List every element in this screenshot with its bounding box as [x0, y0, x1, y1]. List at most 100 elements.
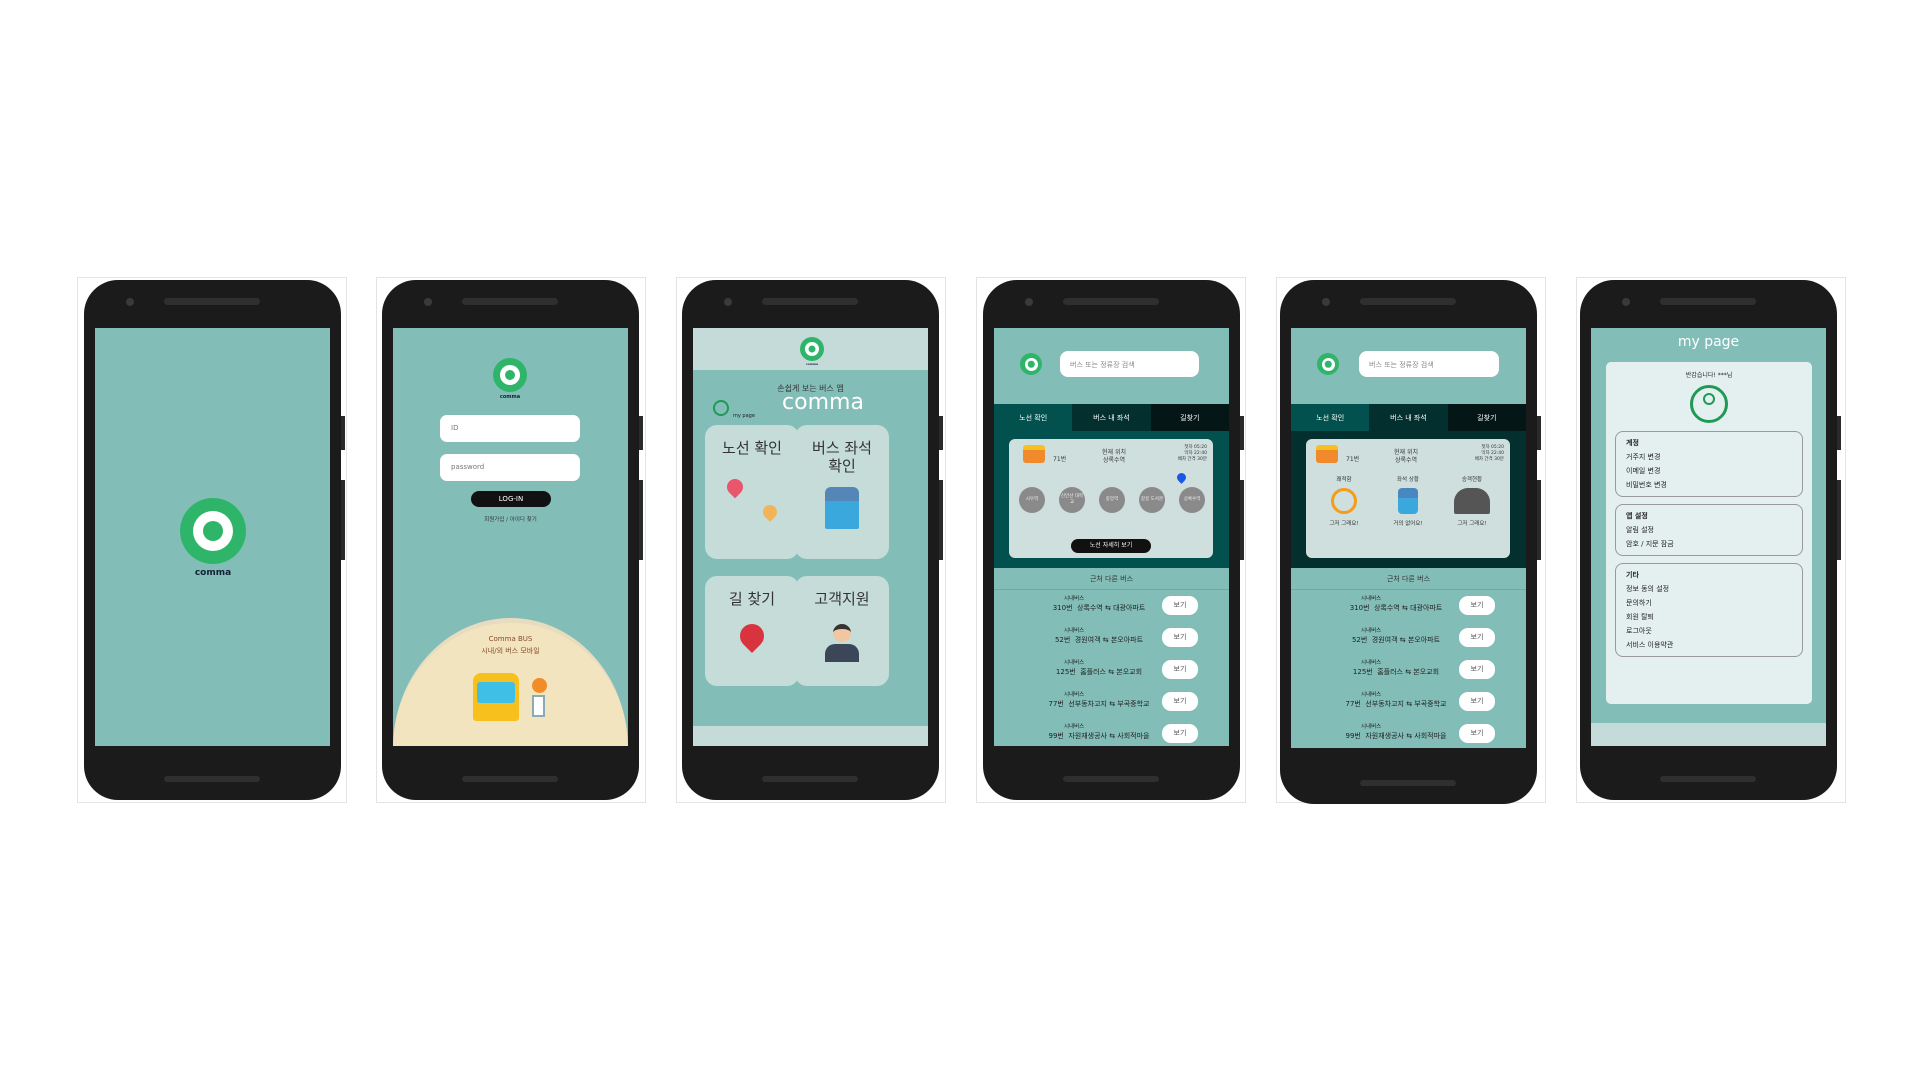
login-button[interactable]: LOG-IN: [471, 491, 551, 507]
view-button[interactable]: 보기: [1459, 692, 1495, 711]
stop[interactable]: 갈골 도서관: [1139, 487, 1165, 513]
bus-seat-icon: [1398, 488, 1418, 514]
stop[interactable]: 상록수역: [1179, 487, 1205, 513]
nearby-title: 근처 다른 버스: [994, 568, 1229, 590]
route-detail-button[interactable]: 노선 자세히 보기: [1071, 539, 1151, 553]
phone-route: 버스 또는 정류장 검색 노선 확인 버스 내 좌석 길찾기 71번 현재 위치…: [983, 280, 1244, 800]
view-button[interactable]: 보기: [1162, 692, 1198, 711]
bus-to: 사회적마을: [1414, 732, 1447, 740]
view-button[interactable]: 보기: [1162, 660, 1198, 679]
banner-subtitle: 시내/외 버스 모바일: [481, 647, 540, 655]
tile-route-check[interactable]: 노선 확인: [705, 425, 799, 559]
mypage-label: my page: [733, 413, 755, 419]
status-title: 좌석 상황: [1397, 477, 1419, 483]
bus-number: 99번: [1345, 732, 1361, 740]
swap-arrows-icon: ⇆: [1108, 668, 1115, 676]
settings-item[interactable]: 서비스 이용약관: [1626, 638, 1792, 652]
tab-route[interactable]: 노선 확인: [994, 404, 1073, 431]
bus-seat-icon: [825, 487, 859, 529]
search-input[interactable]: 버스 또는 정류장 검색: [1359, 351, 1499, 377]
comma-logo-icon: [1020, 353, 1042, 375]
mypage-button[interactable]: my page: [713, 400, 763, 422]
settings-item[interactable]: 문의하기: [1626, 596, 1792, 610]
settings-item[interactable]: 회원 탈퇴: [1626, 610, 1792, 624]
mypage-card: 반갑습니다! ***님 계정 거주지 변경 이메일 변경 비밀번호 변경 앱 설정 알림 …: [1606, 362, 1812, 704]
stop[interactable]: 신안산 대학교: [1059, 487, 1085, 513]
view-button[interactable]: 보기: [1162, 724, 1198, 743]
bus-to: 대광아파트: [1113, 604, 1146, 612]
tile-bus-seat[interactable]: 버스 좌석 확인: [795, 425, 889, 559]
comma-logo-icon: [493, 358, 527, 392]
location-pin-icon: [735, 619, 769, 653]
bus-kind: 시내버스: [1064, 628, 1085, 634]
bus-number: 71번: [1346, 456, 1360, 463]
login-screen: comma ID password LOG-IN 회원가입 / 아이디 찾기 C…: [393, 328, 628, 746]
tab-bar: 노선 확인 버스 내 좌석 길찾기: [1291, 404, 1526, 431]
people-group-icon: [1454, 488, 1490, 514]
swap-arrows-icon: ⇆: [1406, 700, 1413, 708]
nearby-title: 근처 다른 버스: [1291, 568, 1526, 590]
phone-seat: 버스 또는 정류장 검색 노선 확인 버스 내 좌석 길찾기 71번 현재 위치…: [1280, 280, 1541, 804]
tab-seat[interactable]: 버스 내 좌석: [1369, 404, 1448, 431]
search-input[interactable]: 버스 또는 정류장 검색: [1060, 351, 1199, 377]
bus-route: 52번 경원여객 ⇆ 본오아파트: [1321, 635, 1471, 645]
bus-row: 시내버스 99번 자원재생공사 ⇆ 사회적마을 보기: [994, 718, 1229, 746]
bus-icon: [1023, 445, 1045, 463]
view-button[interactable]: 보기: [1162, 628, 1198, 647]
bus-route: 125번 홈플러스 ⇆ 본오교회: [1024, 667, 1174, 677]
user-gear-icon: [713, 400, 729, 416]
interval: 배차 간격 30분: [1474, 457, 1504, 462]
settings-item[interactable]: 거주지 변경: [1626, 450, 1792, 464]
swap-arrows-icon: ⇆: [1104, 604, 1111, 612]
seat-panel: 71번 현재 위치 상록수역 첫차 05:20 막차 22:40 배차 간격 3…: [1291, 431, 1526, 568]
bus-row: 시내버스 52번 경원여객 ⇆ 본오아파트 보기: [1291, 622, 1526, 654]
bus-kind: 시내버스: [1064, 660, 1085, 666]
tab-route[interactable]: 노선 확인: [1291, 404, 1370, 431]
comfort-status: 쾌적함 그저 그래요!: [1317, 475, 1372, 527]
comma-logo-icon: [180, 498, 246, 564]
comma-logo-icon: [1317, 353, 1339, 375]
status-value: 그저 그래요!: [1329, 521, 1359, 527]
view-button[interactable]: 보기: [1162, 596, 1198, 615]
tab-bar: 노선 확인 버스 내 좌석 길찾기: [994, 404, 1229, 431]
bus-route: 125번 홈플러스 ⇆ 본오교회: [1321, 667, 1471, 677]
current-stop: 상록수역: [1102, 457, 1126, 464]
route-card: 71번 현재 위치 상록수역 첫차 05:20 막차 22:40 배차 간격 3…: [1009, 439, 1213, 558]
swap-arrows-icon: ⇆: [1406, 732, 1413, 740]
bus-icon: [1316, 445, 1338, 463]
tab-seat[interactable]: 버스 내 좌석: [1072, 404, 1151, 431]
tab-directions[interactable]: 길찾기: [1447, 404, 1526, 431]
bus-to: 본오아파트: [1110, 636, 1144, 644]
swap-arrows-icon: ⇆: [1109, 732, 1116, 740]
settings-item[interactable]: 알림 설정: [1626, 523, 1792, 537]
bus-icon: [473, 673, 519, 721]
tile-find-way[interactable]: 길 찾기: [705, 576, 799, 686]
view-button[interactable]: 보기: [1459, 628, 1495, 647]
settings-section: 계정 거주지 변경 이메일 변경 비밀번호 변경: [1615, 431, 1803, 497]
tile-label: 노선 확인: [722, 439, 782, 457]
route-screen: 버스 또는 정류장 검색 노선 확인 버스 내 좌석 길찾기 71번 현재 위치…: [994, 328, 1229, 746]
tab-directions[interactable]: 길찾기: [1150, 404, 1229, 431]
logo-caption: comma: [805, 362, 819, 366]
settings-item[interactable]: 암호 / 지문 잠금: [1626, 537, 1792, 551]
bus-row: 시내버스 125번 홈플러스 ⇆ 본오교회 보기: [994, 654, 1229, 686]
view-button[interactable]: 보기: [1459, 596, 1495, 615]
tile-label: 고객지원: [814, 590, 870, 608]
signup-link[interactable]: 회원가입 / 아이디 찾기: [393, 515, 628, 523]
view-button[interactable]: 보기: [1459, 660, 1495, 679]
settings-item[interactable]: 비밀번호 변경: [1626, 478, 1792, 492]
stop[interactable]: 시우역: [1019, 487, 1045, 513]
bus-number: 125번: [1352, 668, 1373, 676]
nearby-list: 시내버스 310번 상록수역 ⇆ 대광아파트 보기 시내버스 52번 경원여객 ⇆…: [994, 590, 1229, 746]
id-input[interactable]: ID: [440, 415, 580, 442]
phone-login: comma ID password LOG-IN 회원가입 / 아이디 찾기 C…: [382, 280, 643, 800]
settings-item[interactable]: 이메일 변경: [1626, 464, 1792, 478]
stop[interactable]: 중앙역: [1099, 487, 1125, 513]
view-button[interactable]: 보기: [1459, 724, 1495, 743]
password-input[interactable]: password: [440, 454, 580, 481]
settings-item[interactable]: 로그아웃: [1626, 624, 1792, 638]
location-pin-icon: [1175, 471, 1188, 484]
settings-item[interactable]: 정보 동의 설정: [1626, 582, 1792, 596]
bus-route: 310번 상록수역 ⇆ 대광아파트: [1024, 603, 1174, 613]
tile-support[interactable]: 고객지원: [795, 576, 889, 686]
